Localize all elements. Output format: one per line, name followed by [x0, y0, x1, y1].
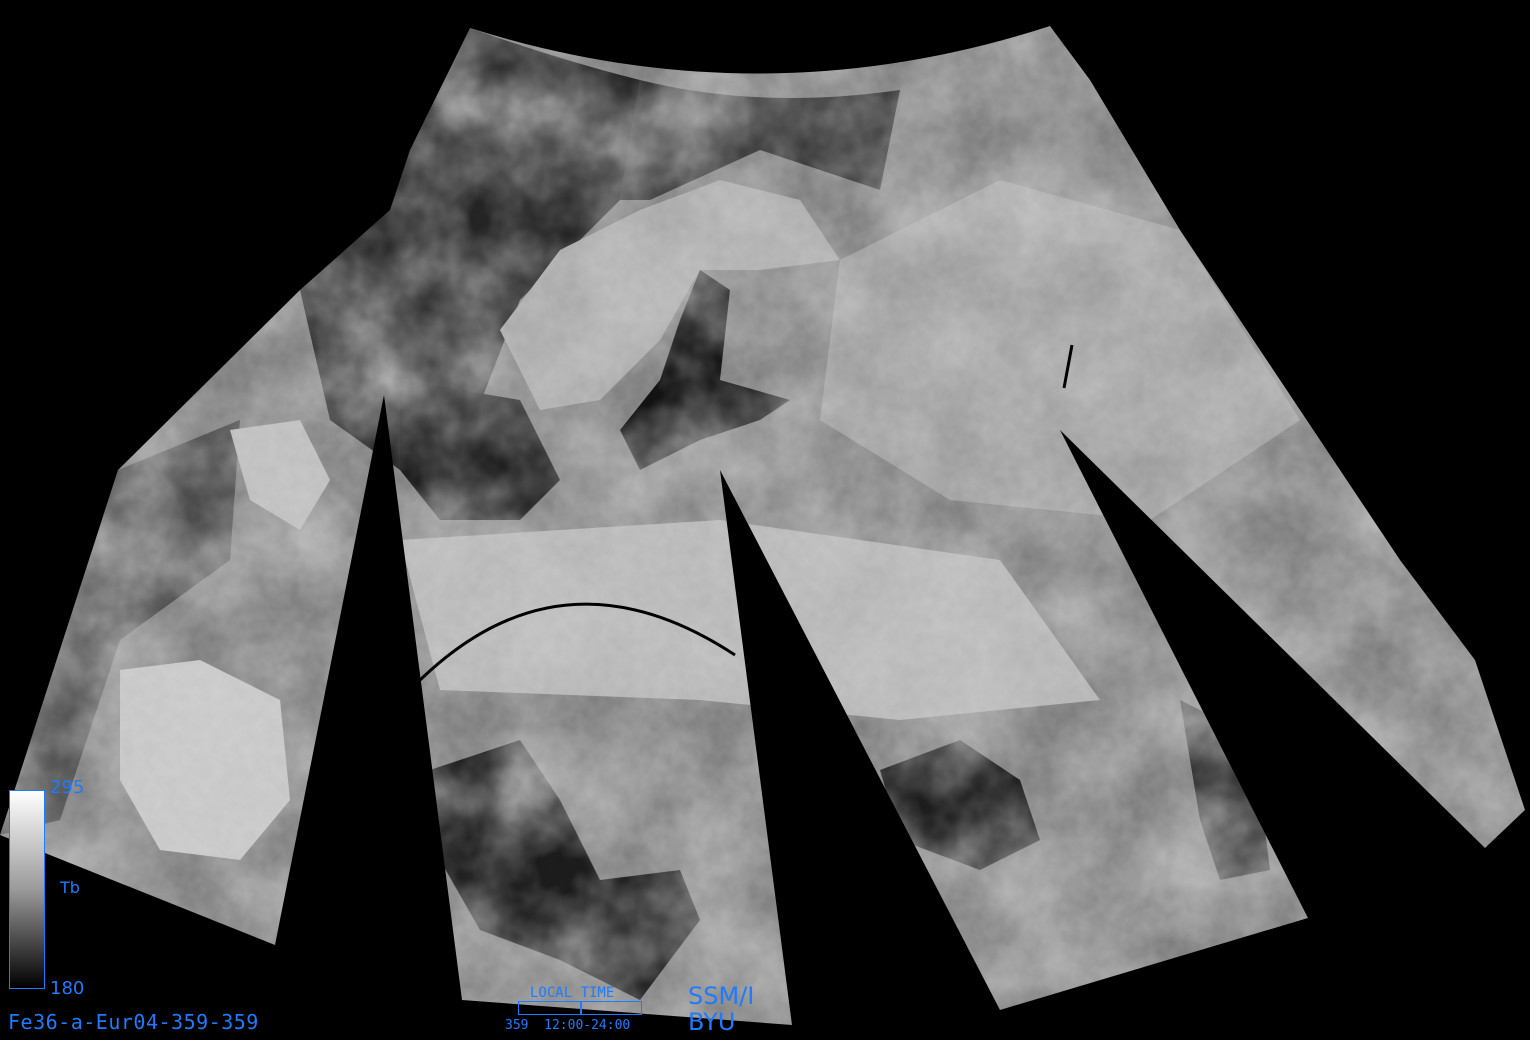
local-time-range: 359 12:00-24:00	[505, 1019, 630, 1032]
local-time-title: LOCAL TIME	[530, 985, 615, 1001]
product-id-label: Fe36-a-Eur04-359-359	[8, 1010, 259, 1034]
sensor-label: SSM/I	[688, 982, 755, 1010]
local-time-bar	[518, 1001, 642, 1015]
colorbar-min-label: 180	[50, 978, 85, 999]
colorbar-variable-label: Tb	[60, 878, 80, 897]
local-time-bar-fill	[580, 1002, 641, 1014]
local-time-day: 359	[505, 1018, 529, 1033]
local-time-hours: 12:00-24:00	[544, 1018, 631, 1033]
brightness-temperature-map	[0, 26, 1525, 1025]
colorbar	[9, 790, 45, 989]
organization-label: BYU	[688, 1008, 736, 1036]
colorbar-max-label: 295	[50, 777, 85, 798]
